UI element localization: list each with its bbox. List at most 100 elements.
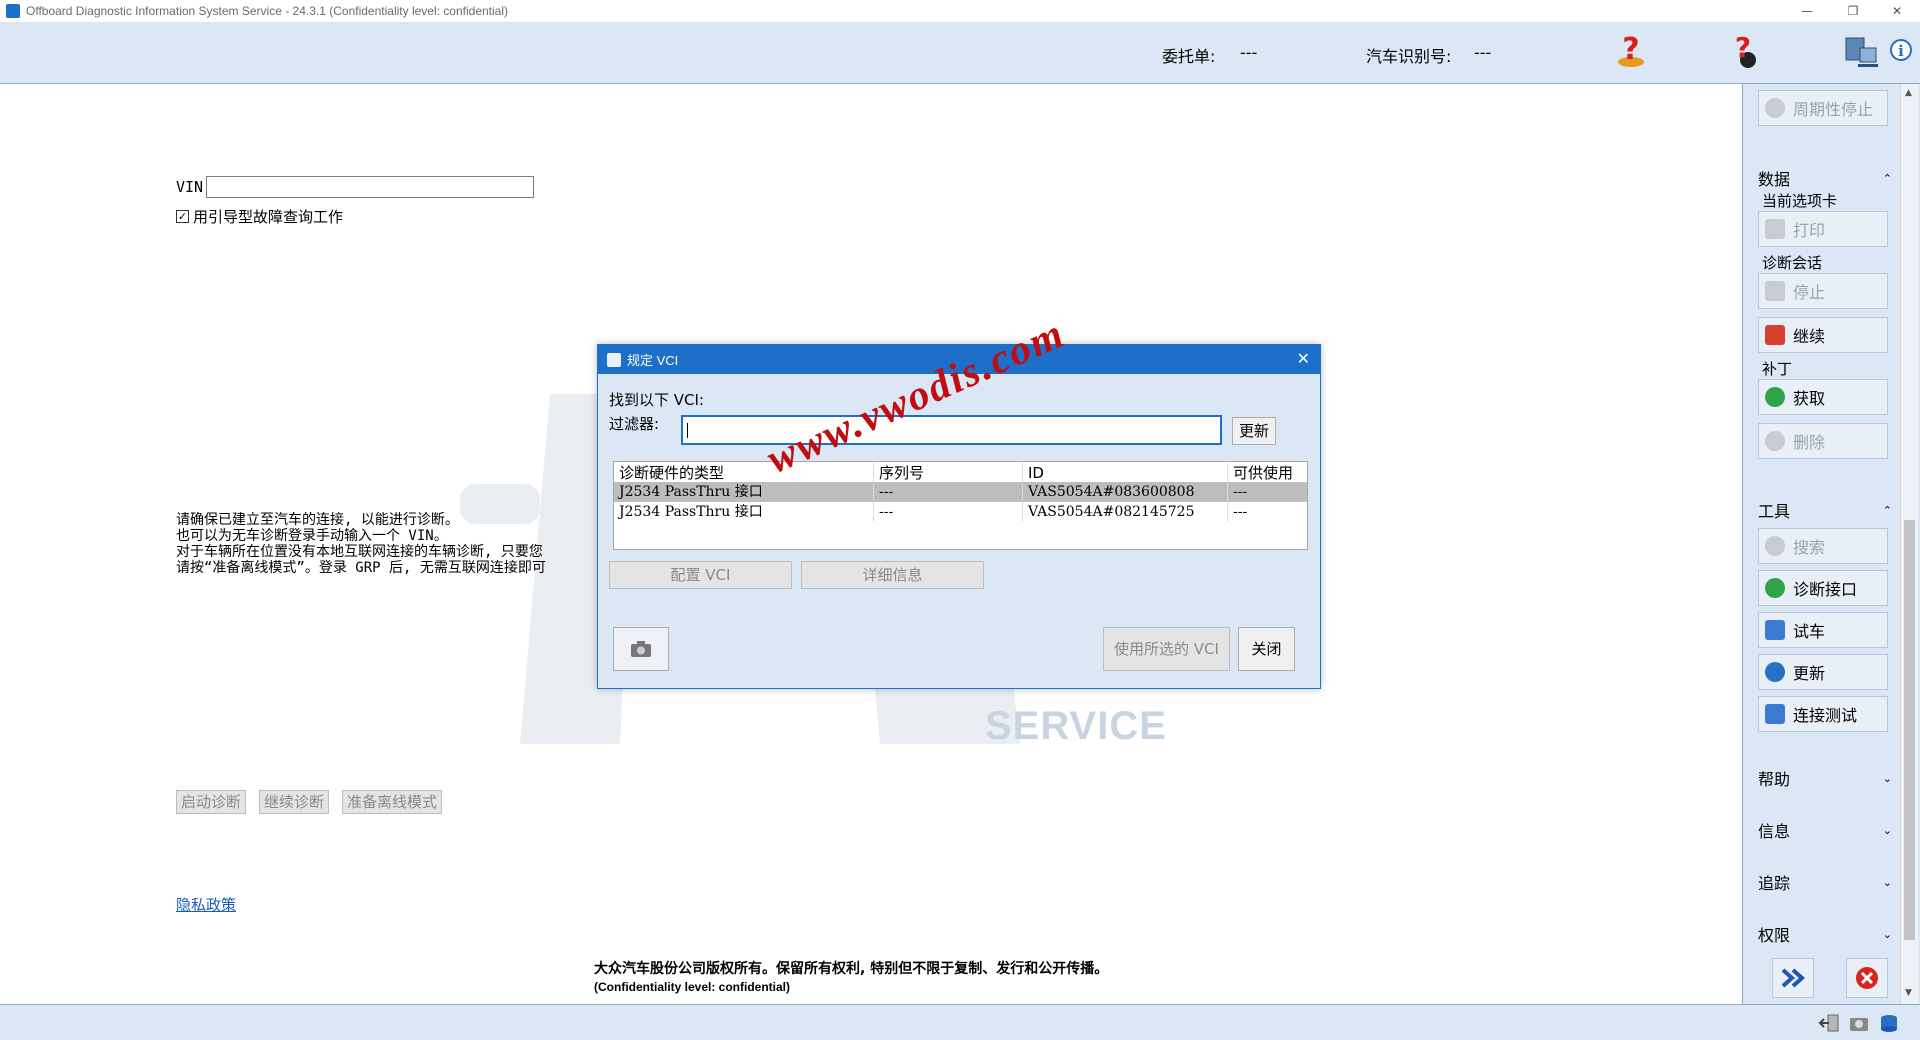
details-button[interactable]: 详细信息 [801, 561, 984, 589]
connection-test-button[interactable]: 连接测试 [1758, 696, 1888, 732]
cell-type: J2534 PassThru 接口 [614, 482, 874, 502]
chevron-up-icon: ⌃ [1882, 171, 1892, 185]
periodic-stop-button[interactable]: 周期性停止 [1758, 90, 1888, 126]
search-button[interactable]: 搜索 [1758, 528, 1888, 564]
column-header[interactable]: 诊断硬件的类型 [614, 463, 874, 483]
forward-button[interactable] [1772, 958, 1814, 998]
network-computer-icon[interactable] [1842, 32, 1880, 70]
configure-vci-button[interactable]: 配置 VCI [609, 561, 792, 589]
section-trace[interactable]: 追踪 ⌄ [1758, 870, 1896, 894]
cell-available: --- [1233, 484, 1248, 500]
table-row[interactable]: J2534 PassThru 接口 --- VAS5054A#082145725… [614, 502, 1307, 522]
continue-diagnosis-button[interactable]: 继续诊断 [259, 790, 330, 814]
vci-table: 诊断硬件的类型 序列号 ID 可供使用 J2534 PassThru 接口 --… [613, 461, 1308, 550]
guided-fault-checkbox[interactable]: ✓ 用引导型故障查询工作 [176, 206, 343, 227]
info-line: 也可以为无车诊断登录手动输入一个 VIN。 [176, 528, 448, 544]
database-icon[interactable] [1878, 1013, 1900, 1033]
patch-label: 补丁 [1762, 360, 1793, 378]
delete-button[interactable]: 删除 [1758, 423, 1888, 459]
order-label: 委托单: [1162, 47, 1216, 66]
table-header: 诊断硬件的类型 序列号 ID 可供使用 [614, 463, 1307, 483]
chevron-up-icon: ⌃ [1882, 503, 1892, 517]
update-button[interactable]: 更新 [1758, 654, 1888, 690]
chevron-down-icon: ⌄ [1882, 927, 1892, 941]
found-vci-label: 找到以下 VCI: [609, 391, 704, 409]
close-window-button[interactable]: ✕ [1874, 0, 1920, 22]
fetch-globe-icon [1765, 387, 1785, 407]
dialog-close-button[interactable]: 关闭 [1238, 627, 1295, 671]
continue-session-button[interactable]: 继续 [1758, 317, 1888, 353]
section-help[interactable]: 帮助 ⌄ [1758, 766, 1896, 790]
info-line: 请确保已建立至汽车的连接, 以能进行诊断。 [176, 512, 459, 528]
svg-text:?: ? [1622, 32, 1639, 67]
chevron-down-icon: ⌄ [1882, 771, 1892, 785]
app-icon [6, 4, 20, 18]
cell-id: VAS5054A#083600808 [1023, 482, 1228, 502]
camera-icon[interactable] [1848, 1013, 1870, 1033]
update-globe-icon [1765, 662, 1785, 682]
prepare-offline-button[interactable]: 准备离线模式 [342, 790, 443, 814]
test-drive-icon [1765, 620, 1785, 640]
column-header[interactable]: 可供使用 [1228, 463, 1307, 483]
right-panel-scrollbar[interactable]: ▲ ▼ [1900, 84, 1918, 1004]
section-info[interactable]: 信息 ⌄ [1758, 818, 1896, 842]
section-data[interactable]: 数据 ⌃ [1758, 166, 1896, 190]
screenshot-button[interactable] [613, 627, 669, 671]
periodic-stop-icon [1765, 98, 1785, 118]
svg-text:i: i [1898, 42, 1904, 60]
vin-field-label: VIN [176, 178, 204, 196]
cell-serial: --- [874, 502, 1023, 522]
dialog-close-icon[interactable]: ✕ [1297, 349, 1310, 369]
dialog-app-icon [607, 352, 621, 367]
exit-button[interactable] [1846, 958, 1888, 998]
stop-icon [1765, 281, 1785, 301]
fetch-button[interactable]: 获取 [1758, 379, 1888, 415]
table-row[interactable]: J2534 PassThru 接口 --- VAS5054A#083600808… [614, 482, 1307, 502]
logout-icon[interactable] [1818, 1013, 1840, 1033]
info-text: 请确保已建立至汽车的连接, 以能进行诊断。 也可以为无车诊断登录手动输入一个 V… [176, 512, 606, 576]
dialog-title: 规定 VCI [627, 353, 679, 368]
cell-available: --- [1233, 504, 1248, 520]
print-button[interactable]: 打印 [1758, 211, 1888, 247]
delete-icon [1765, 431, 1785, 451]
info-line: 对于车辆所在位置没有本地互联网连接的车辆诊断, 只要您 [176, 544, 543, 560]
section-rights[interactable]: 权限 ⌄ [1758, 922, 1896, 946]
svg-text:?: ? [1735, 32, 1751, 64]
diag-interface-button[interactable]: 诊断接口 [1758, 570, 1888, 606]
cell-id: VAS5054A#082145725 [1023, 502, 1228, 522]
column-header[interactable]: 序列号 [874, 463, 1023, 483]
info-icon[interactable]: i [1888, 32, 1914, 70]
minimize-button[interactable]: — [1784, 0, 1830, 22]
diag-interface-icon [1765, 578, 1785, 598]
camera-icon [631, 641, 651, 657]
info-line: 请按“准备离线模式”。登录 GRP 后, 无需互联网连接即可 [176, 560, 546, 576]
guided-fault-label: 用引导型故障查询工作 [193, 208, 344, 226]
checkbox-checked-icon[interactable]: ✓ [176, 210, 189, 223]
window-title: Offboard Diagnostic Information System S… [26, 4, 509, 18]
section-tools[interactable]: 工具 ⌃ [1758, 498, 1896, 522]
stop-button[interactable]: 停止 [1758, 273, 1888, 309]
start-diagnosis-button[interactable]: 启动诊断 [176, 790, 247, 814]
vin-input[interactable] [206, 176, 534, 198]
scrollbar-thumb[interactable] [1904, 520, 1915, 940]
restore-button[interactable]: ❐ [1830, 0, 1876, 22]
chevron-down-icon: ⌄ [1882, 875, 1892, 889]
privacy-policy-link[interactable]: 隐私政策 [176, 894, 236, 915]
status-bar [0, 1004, 1920, 1040]
service-watermark: SERVICE [985, 704, 1167, 748]
column-header[interactable]: ID [1023, 463, 1228, 483]
cell-serial: --- [874, 482, 1023, 502]
connection-test-icon [1765, 704, 1785, 724]
diag-session-label: 诊断会话 [1762, 254, 1823, 272]
filter-update-button[interactable]: 更新 [1232, 417, 1276, 445]
use-selected-vci-button[interactable]: 使用所选的 VCI [1103, 627, 1230, 671]
search-icon [1765, 536, 1785, 556]
context-help-icon[interactable]: ? [1726, 32, 1764, 70]
test-drive-button[interactable]: 试车 [1758, 612, 1888, 648]
filter-label: 过滤器: [609, 415, 660, 433]
help-question-icon[interactable]: ? [1612, 32, 1650, 70]
current-tab-label: 当前选项卡 [1762, 192, 1838, 210]
copyright-text: 大众汽车股份公司版权所有。保留所有权利, 特别但不限于复制、发行和公开传播。 [594, 961, 1109, 977]
exit-x-icon [1856, 967, 1878, 989]
vin-header-label: 汽车识别号: [1366, 47, 1452, 66]
